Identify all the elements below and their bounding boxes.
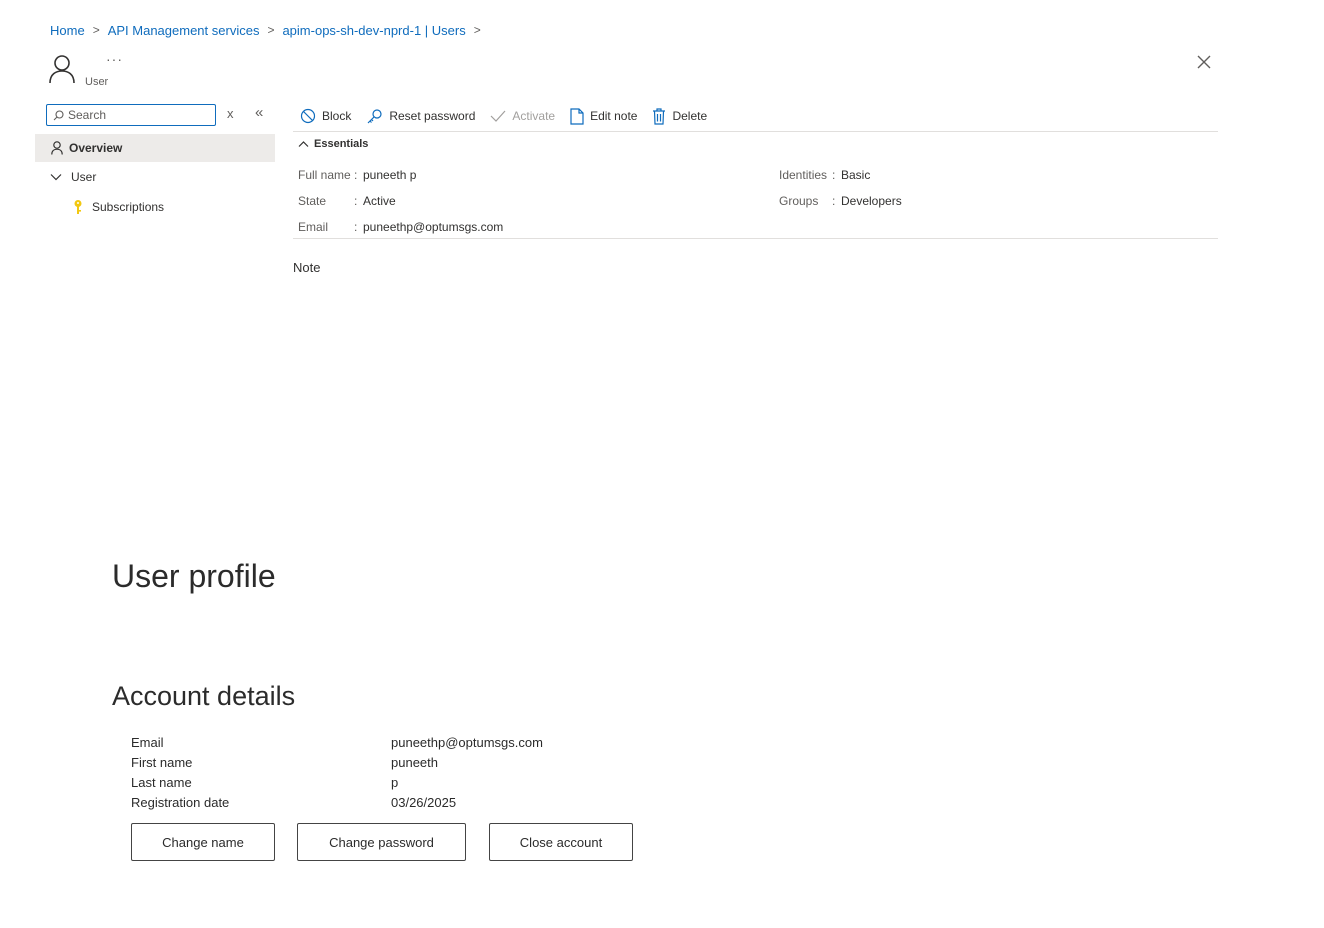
last-name-value: p (391, 775, 399, 790)
collapse-nav-button[interactable]: « (255, 104, 263, 121)
page-subtitle: User (85, 76, 109, 88)
first-name-label: First name (131, 755, 193, 770)
more-options-button[interactable]: ··· (106, 51, 123, 67)
edit-note-label: Edit note (590, 109, 638, 123)
reset-password-label: Reset password (389, 109, 476, 123)
account-details-heading: Account details (112, 681, 296, 711)
essentials-title: Essentials (314, 138, 369, 150)
search-box (46, 104, 216, 126)
nav-item-label: User (71, 170, 97, 184)
note-label: Note (293, 260, 321, 275)
breadcrumb-separator: > (267, 23, 275, 37)
colon: : (832, 168, 836, 182)
user-profile-heading: User profile (112, 558, 276, 594)
key-icon (74, 200, 82, 214)
activate-label: Activate (512, 109, 556, 123)
account-email-value: puneethp@optumsgs.com (391, 735, 543, 750)
email-label: Email (298, 220, 329, 234)
full-name-value: puneeth p (363, 168, 417, 182)
essentials-toggle[interactable]: Essentials (298, 138, 368, 150)
block-icon (300, 108, 316, 124)
account-email-label: Email (131, 735, 164, 750)
key-outline-icon (367, 108, 382, 123)
registration-date-value: 03/26/2025 (391, 795, 457, 810)
chevron-up-icon (298, 141, 309, 147)
divider (293, 238, 1218, 239)
change-name-button[interactable]: Change name (131, 823, 275, 861)
trash-icon (653, 107, 666, 125)
breadcrumb-separator: > (473, 23, 481, 37)
nav-item-label: Subscriptions (92, 200, 165, 214)
checkmark-icon (490, 110, 506, 122)
groups-label: Groups (779, 194, 819, 208)
colon: : (354, 168, 358, 182)
identities-label: Identities (779, 168, 828, 182)
colon: : (354, 194, 358, 208)
breadcrumb: Home > API Management services > apim-op… (50, 21, 489, 39)
identities-value: Basic (841, 168, 871, 182)
block-button[interactable]: Block (300, 108, 351, 124)
email-value: puneethp@optumsgs.com (363, 220, 504, 234)
breadcrumb-home[interactable]: Home (50, 23, 85, 38)
edit-note-button[interactable]: Edit note (570, 107, 638, 125)
activate-button[interactable]: Activate (490, 109, 555, 123)
chevron-down-icon (50, 174, 62, 181)
registration-date-label: Registration date (131, 795, 230, 810)
reset-password-button[interactable]: Reset password (366, 108, 475, 125)
user-icon (49, 55, 75, 84)
nav-item-user-group[interactable]: User (50, 168, 96, 186)
person-icon (51, 141, 63, 155)
divider (293, 131, 1218, 132)
state-value: Active (363, 194, 396, 208)
document-icon (570, 107, 584, 125)
state-label: State (298, 194, 327, 208)
first-name-value: puneeth (391, 755, 438, 770)
last-name-label: Last name (131, 775, 192, 790)
colon: : (354, 220, 358, 234)
nav-item-overview[interactable]: Overview (35, 134, 275, 162)
search-input[interactable] (68, 108, 208, 122)
full-name-label: Full name (298, 168, 351, 182)
close-account-button[interactable]: Close account (489, 823, 633, 861)
close-icon[interactable] (1195, 53, 1213, 71)
breadcrumb-users[interactable]: apim-ops-sh-dev-nprd-1 | Users (282, 23, 465, 38)
delete-button[interactable]: Delete (652, 107, 708, 125)
clear-search-button[interactable]: x (227, 106, 234, 121)
search-icon (53, 109, 64, 120)
breadcrumb-separator: > (92, 23, 100, 37)
command-bar: Block Reset password Activate Edit note … (300, 105, 722, 127)
block-label: Block (322, 109, 352, 123)
groups-value: Developers (841, 194, 902, 208)
colon: : (832, 194, 836, 208)
breadcrumb-api-management[interactable]: API Management services (108, 23, 260, 38)
nav-item-subscriptions[interactable]: Subscriptions (72, 198, 164, 216)
change-password-button[interactable]: Change password (297, 823, 466, 861)
nav-item-label: Overview (69, 141, 123, 155)
delete-label: Delete (672, 109, 708, 123)
